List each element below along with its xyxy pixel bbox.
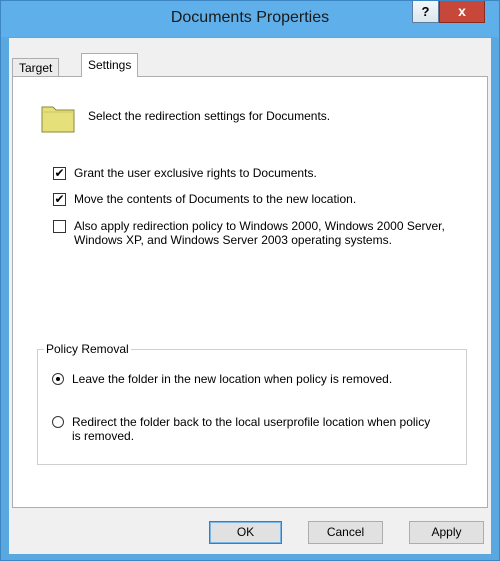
radio-row-redirect-back[interactable]: Redirect the folder back to the local us…: [52, 415, 442, 443]
help-button[interactable]: ?: [412, 1, 439, 23]
radio-row-leave-folder[interactable]: Leave the folder in the new location whe…: [52, 372, 392, 386]
policy-removal-title: Policy Removal: [44, 342, 131, 356]
title-bar[interactable]: Documents Properties ? x: [1, 1, 499, 37]
dialog-window: Documents Properties ? x Target Settings…: [0, 0, 500, 561]
cancel-button[interactable]: Cancel: [308, 521, 383, 544]
settings-panel: Select the redirection settings for Docu…: [12, 76, 488, 508]
redirect-back-radio[interactable]: [52, 416, 64, 428]
tab-settings[interactable]: Settings: [81, 53, 139, 77]
exclusive-rights-label: Grant the user exclusive rights to Docum…: [74, 166, 317, 180]
move-contents-label: Move the contents of Documents to the ne…: [74, 192, 357, 206]
checkbox-row-legacy-os[interactable]: Also apply redirection policy to Windows…: [53, 219, 453, 247]
ok-button[interactable]: OK: [209, 521, 282, 544]
leave-folder-radio[interactable]: [52, 373, 64, 385]
close-button[interactable]: x: [439, 1, 485, 23]
dialog-client-area: Target Settings Select the redirection s…: [9, 38, 491, 554]
folder-icon: [41, 106, 75, 133]
intro-text: Select the redirection settings for Docu…: [88, 109, 331, 123]
exclusive-rights-checkbox[interactable]: ✔: [53, 167, 66, 180]
leave-folder-label: Leave the folder in the new location whe…: [72, 372, 393, 386]
apply-button[interactable]: Apply: [409, 521, 484, 544]
checkbox-row-exclusive-rights[interactable]: ✔ Grant the user exclusive rights to Doc…: [53, 166, 317, 180]
move-contents-checkbox[interactable]: ✔: [53, 193, 66, 206]
legacy-os-label: Also apply redirection policy to Windows…: [74, 219, 445, 247]
policy-removal-group: Policy Removal Leave the folder in the n…: [37, 342, 467, 465]
legacy-os-checkbox[interactable]: [53, 220, 66, 233]
redirect-back-label: Redirect the folder back to the local us…: [72, 415, 431, 443]
checkbox-row-move-contents[interactable]: ✔ Move the contents of Documents to the …: [53, 192, 356, 206]
tab-target[interactable]: Target: [12, 58, 60, 76]
